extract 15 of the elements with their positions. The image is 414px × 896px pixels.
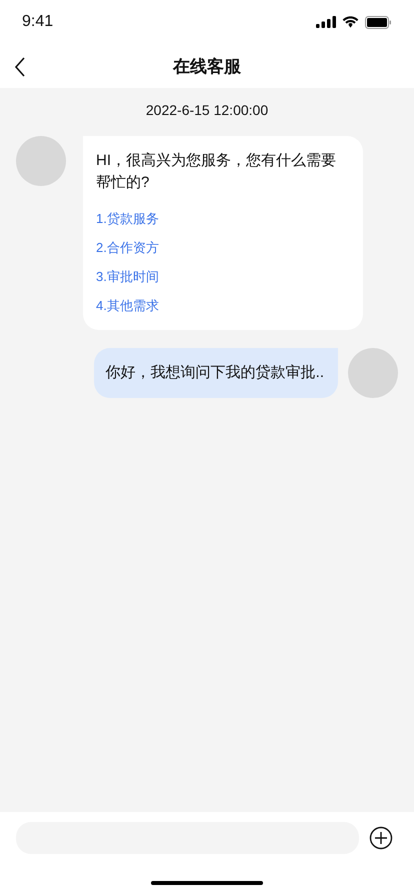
- quick-reply-link[interactable]: 3.审批时间: [96, 266, 159, 287]
- agent-avatar: [16, 136, 66, 186]
- user-avatar: [348, 348, 398, 398]
- quick-reply-link[interactable]: 1.贷款服务: [96, 208, 159, 229]
- signal-icon: [316, 16, 336, 28]
- status-time: 9:41: [22, 13, 54, 31]
- wifi-icon: [342, 16, 359, 28]
- message-text: HI，很高兴为您服务，您有什么需要帮忙的?: [96, 151, 337, 193]
- message-timestamp: 2022-6-15 12:00:00: [146, 102, 268, 118]
- battery-icon: [365, 16, 392, 28]
- quick-reply-link[interactable]: 2.合作资方: [96, 237, 159, 258]
- message-text: 你好，我想询问下我的贷款审批..: [106, 364, 324, 381]
- page-title: 在线客服: [173, 56, 241, 78]
- add-icon[interactable]: [369, 826, 393, 850]
- quick-reply-link[interactable]: 4.其他需求: [96, 295, 159, 316]
